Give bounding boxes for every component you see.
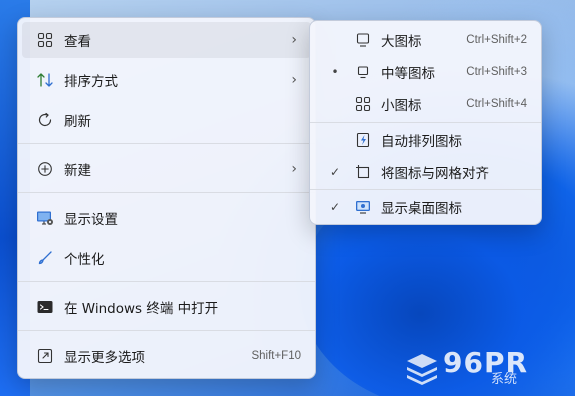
chevron-right-icon: › — [291, 72, 297, 88]
chevron-right-icon: › — [291, 32, 297, 48]
submenu-item-label: 显示桌面图标 — [381, 201, 462, 217]
menu-item-label: 显示设置 — [64, 212, 118, 228]
watermark-logo: 96PR 系统 — [405, 346, 575, 396]
add-circle-icon — [36, 160, 54, 178]
menu-separator — [310, 122, 541, 123]
monitor-icon — [354, 63, 372, 81]
menu-item-label: 新建 — [64, 163, 91, 179]
sort-icon — [36, 71, 54, 89]
menu-item-open-terminal[interactable]: 在 Windows 终端 中打开 — [22, 289, 311, 325]
submenu-item-label: 自动排列图标 — [381, 134, 462, 150]
shortcut-label: Ctrl+Shift+3 — [466, 66, 527, 78]
menu-item-display-settings[interactable]: 显示设置 — [22, 200, 311, 236]
refresh-icon — [36, 111, 54, 129]
align-grid-icon — [354, 163, 372, 181]
menu-separator — [18, 281, 315, 282]
menu-separator — [18, 330, 315, 331]
menu-item-sort[interactable]: 排序方式 › — [22, 62, 311, 98]
grid-icon — [36, 31, 54, 49]
chevron-right-icon: › — [291, 161, 297, 177]
menu-item-label: 个性化 — [64, 252, 105, 268]
submenu-item-label: 中等图标 — [381, 66, 435, 82]
terminal-icon — [36, 298, 54, 316]
watermark-subtext: 系统 — [491, 372, 518, 387]
submenu-item-medium-icons[interactable]: • 中等图标 Ctrl+Shift+3 — [314, 56, 537, 88]
grid-icon — [354, 95, 372, 113]
menu-item-new[interactable]: 新建 › — [22, 151, 311, 187]
shortcut-label: Ctrl+Shift+4 — [466, 98, 527, 110]
bullet-icon: • — [331, 65, 339, 79]
checkmark-icon: ✓ — [329, 200, 341, 214]
monitor-icon — [354, 31, 372, 49]
show-desktop-icon — [354, 198, 372, 216]
menu-item-show-more-options[interactable]: 显示更多选项 Shift+F10 — [22, 338, 311, 374]
menu-item-label: 在 Windows 终端 中打开 — [64, 301, 219, 317]
submenu-item-show-desktop-icons[interactable]: ✓ 显示桌面图标 — [314, 191, 537, 223]
desktop-context-menu: 查看 › 排序方式 › 刷新 新建 › 显示设置 个性化 在 Windows 终… — [17, 17, 316, 379]
submenu-item-small-icons[interactable]: 小图标 Ctrl+Shift+4 — [314, 88, 537, 120]
shortcut-label: Ctrl+Shift+2 — [466, 34, 527, 46]
submenu-item-label: 大图标 — [381, 34, 422, 50]
submenu-item-align-to-grid[interactable]: ✓ 将图标与网格对齐 — [314, 156, 537, 188]
shortcut-label: Shift+F10 — [251, 350, 301, 362]
menu-item-label: 刷新 — [64, 114, 91, 130]
menu-separator — [18, 192, 315, 193]
menu-item-refresh[interactable]: 刷新 — [22, 102, 311, 138]
menu-item-label: 显示更多选项 — [64, 350, 145, 366]
menu-separator — [310, 189, 541, 190]
auto-arrange-icon — [354, 131, 372, 149]
checkmark-icon: ✓ — [329, 165, 341, 179]
menu-item-label: 排序方式 — [64, 74, 118, 90]
submenu-item-auto-arrange[interactable]: 自动排列图标 — [314, 124, 537, 156]
brush-icon — [36, 249, 54, 267]
menu-separator — [18, 143, 315, 144]
menu-item-personalize[interactable]: 个性化 — [22, 240, 311, 276]
menu-item-view[interactable]: 查看 › — [22, 22, 311, 58]
submenu-item-large-icons[interactable]: 大图标 Ctrl+Shift+2 — [314, 24, 537, 56]
layers-icon — [407, 354, 437, 385]
display-settings-icon — [36, 209, 54, 227]
submenu-item-label: 小图标 — [381, 98, 422, 114]
submenu-item-label: 将图标与网格对齐 — [381, 166, 489, 182]
open-external-icon — [36, 347, 54, 365]
menu-item-label: 查看 — [64, 34, 91, 50]
view-submenu: 大图标 Ctrl+Shift+2 • 中等图标 Ctrl+Shift+3 小图标… — [309, 20, 542, 225]
